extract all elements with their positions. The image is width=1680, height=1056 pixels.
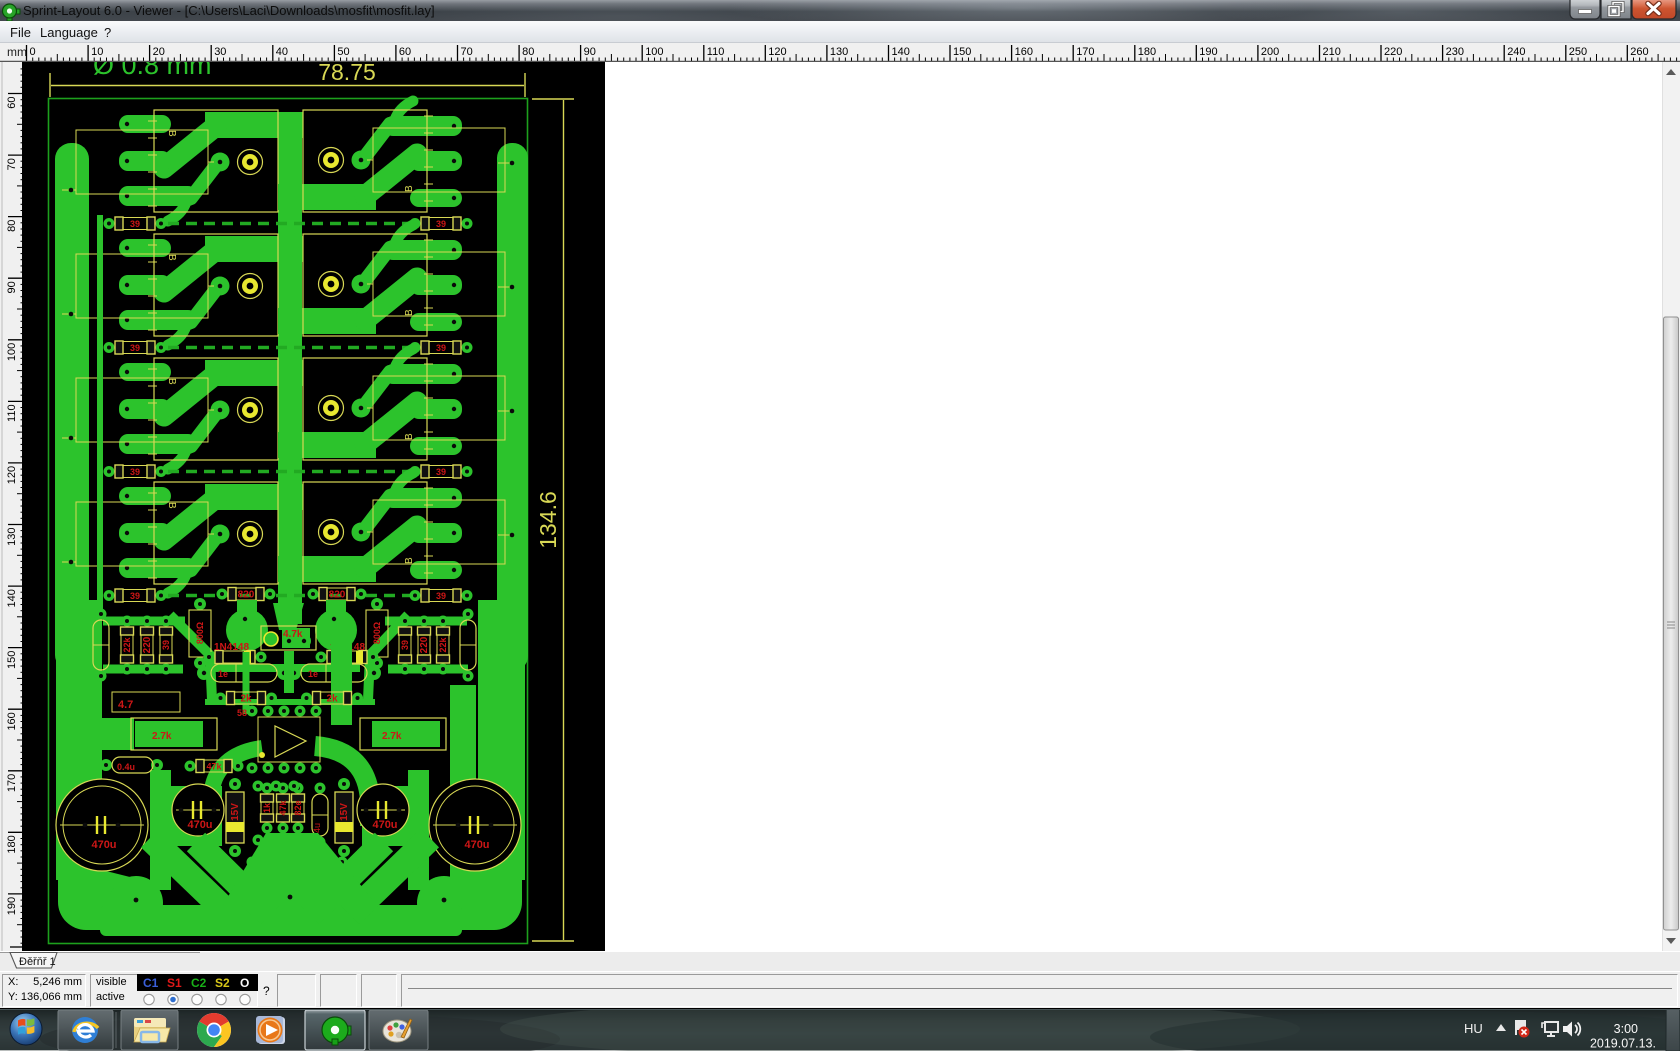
svg-text:150: 150 <box>953 46 971 58</box>
svg-text:2.7k: 2.7k <box>152 731 172 742</box>
svg-text:22k: 22k <box>122 637 132 653</box>
svg-text:Ø 0.8 mm: Ø 0.8 mm <box>93 62 212 80</box>
svg-text:160: 160 <box>1015 46 1033 58</box>
svg-text:160: 160 <box>6 712 18 730</box>
svg-text:220: 220 <box>142 636 153 653</box>
svg-text:230: 230 <box>1446 46 1464 58</box>
svg-text:39: 39 <box>130 467 140 477</box>
svg-text:2k: 2k <box>240 694 252 705</box>
svg-text:20: 20 <box>153 46 165 58</box>
svg-text:140: 140 <box>892 46 910 58</box>
svg-text:70: 70 <box>461 46 473 58</box>
svg-text:78.75: 78.75 <box>318 62 376 85</box>
svg-text:39: 39 <box>436 467 446 477</box>
svg-text:800Ω: 800Ω <box>372 622 382 644</box>
svg-text:220: 220 <box>419 636 430 653</box>
svg-text:180: 180 <box>1138 46 1156 58</box>
svg-text:1e: 1e <box>218 669 228 679</box>
svg-text:C1: C1 <box>143 976 159 990</box>
svg-text:HU: HU <box>1464 1021 1483 1036</box>
svg-text:470u: 470u <box>372 819 397 831</box>
svg-text:800Ω: 800Ω <box>195 622 205 644</box>
svg-text:110: 110 <box>707 46 725 58</box>
svg-text:134.6: 134.6 <box>535 491 561 549</box>
svg-text:O: O <box>240 976 249 990</box>
svg-text:470u: 470u <box>464 839 489 851</box>
svg-text:39: 39 <box>130 343 140 353</box>
svg-text:120: 120 <box>768 46 786 58</box>
svg-text:1N4148: 1N4148 <box>214 642 249 653</box>
svg-text:60: 60 <box>6 97 18 109</box>
svg-text:820: 820 <box>329 590 346 601</box>
svg-text:39: 39 <box>436 343 446 353</box>
svg-text:2.7k: 2.7k <box>382 731 402 742</box>
svg-text:4.7k: 4.7k <box>283 629 303 640</box>
svg-text:130: 130 <box>830 46 848 58</box>
svg-text:47k: 47k <box>206 762 222 772</box>
svg-text:22k: 22k <box>438 637 448 653</box>
svg-text:110: 110 <box>6 404 18 422</box>
svg-text:0.4u: 0.4u <box>117 762 135 772</box>
svg-text:39: 39 <box>130 219 140 229</box>
svg-text:190: 190 <box>6 897 18 915</box>
svg-text:39: 39 <box>161 640 171 650</box>
svg-text:0: 0 <box>30 46 36 58</box>
svg-text:190: 190 <box>1199 46 1217 58</box>
svg-text:90: 90 <box>6 281 18 293</box>
svg-text:15V: 15V <box>230 803 241 821</box>
svg-text:240: 240 <box>1507 46 1525 58</box>
svg-text:100: 100 <box>6 343 18 361</box>
svg-text:40: 40 <box>276 46 288 58</box>
svg-text:210: 210 <box>1323 46 1341 58</box>
svg-text:1e: 1e <box>308 669 318 679</box>
svg-text:39: 39 <box>400 640 410 650</box>
svg-text:60: 60 <box>399 46 411 58</box>
svg-text:3:00: 3:00 <box>1614 1022 1638 1036</box>
svg-text:220: 220 <box>1384 46 1402 58</box>
svg-text:100: 100 <box>645 46 663 58</box>
svg-text:S2: S2 <box>215 976 230 990</box>
svg-text:180: 180 <box>6 835 18 853</box>
svg-text:130: 130 <box>6 528 18 546</box>
svg-text:47k: 47k <box>278 800 288 816</box>
svg-text:39: 39 <box>130 591 140 601</box>
svg-text:Đěřňř 1: Đěřňř 1 <box>19 956 56 968</box>
svg-text:39: 39 <box>436 219 446 229</box>
svg-text:4.7: 4.7 <box>118 699 133 711</box>
svg-text:140: 140 <box>6 589 18 607</box>
svg-text:70: 70 <box>6 158 18 170</box>
svg-text:820: 820 <box>238 590 255 601</box>
svg-text:4u: 4u <box>312 823 322 833</box>
svg-text:200: 200 <box>1261 46 1279 58</box>
svg-text:470u: 470u <box>187 819 212 831</box>
svg-text:470u: 470u <box>91 839 116 851</box>
svg-text:2k: 2k <box>326 694 338 705</box>
svg-text:1k: 1k <box>262 802 272 813</box>
svg-text:120: 120 <box>6 466 18 484</box>
svg-text:2019.07.13.: 2019.07.13. <box>1590 1037 1656 1051</box>
svg-text:10: 10 <box>91 46 103 58</box>
svg-text:39: 39 <box>436 591 446 601</box>
svg-text:15V: 15V <box>339 803 350 821</box>
svg-text:90: 90 <box>584 46 596 58</box>
svg-text:80: 80 <box>6 220 18 232</box>
svg-text:58: 58 <box>237 708 247 718</box>
svg-text:260: 260 <box>1630 46 1648 58</box>
svg-text:30: 30 <box>214 46 226 58</box>
svg-text:82e: 82e <box>293 800 303 815</box>
svg-text:C2: C2 <box>191 976 207 990</box>
svg-text:mm: mm <box>7 45 27 59</box>
svg-text:S1: S1 <box>167 976 182 990</box>
svg-text:80: 80 <box>522 46 534 58</box>
svg-text:250: 250 <box>1569 46 1587 58</box>
svg-text:150: 150 <box>6 651 18 669</box>
svg-text:170: 170 <box>1076 46 1094 58</box>
svg-text:50: 50 <box>337 46 349 58</box>
svg-text:170: 170 <box>6 774 18 792</box>
